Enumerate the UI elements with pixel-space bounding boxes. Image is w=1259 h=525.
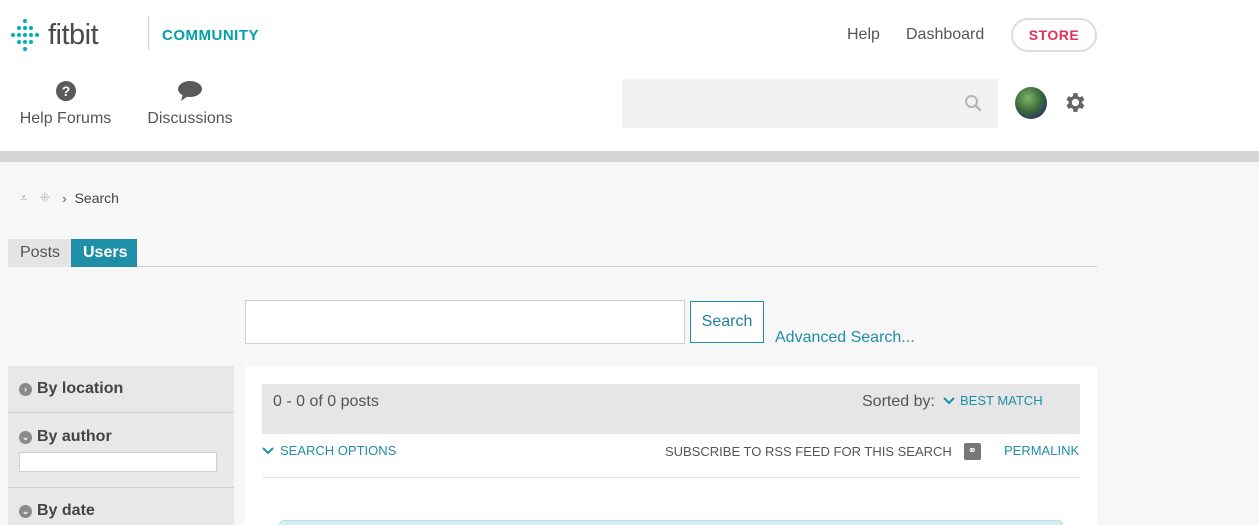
nav-help-forums[interactable]: ? Help Forums: [19, 80, 112, 128]
site-search-input[interactable]: [622, 79, 998, 128]
gear-icon[interactable]: [1062, 90, 1087, 120]
chevron-down-icon: ⌄: [19, 430, 32, 444]
nav-help-forums-label: Help Forums: [19, 110, 112, 127]
permalink-link[interactable]: PERMALINK: [1004, 443, 1079, 458]
results-count: 0 - 0 of 0 posts: [273, 393, 379, 410]
site-header: fitbit COMMUNITY Help Dashboard STORE ? …: [0, 0, 1259, 151]
chevron-down-icon: [943, 393, 955, 408]
chevron-right-icon: ›: [62, 190, 67, 206]
logo-divider: [148, 16, 149, 50]
search-button[interactable]: Search: [690, 301, 764, 343]
filter-date[interactable]: ⌄ By date: [8, 488, 234, 525]
results-divider: [262, 477, 1080, 478]
tab-posts[interactable]: Posts: [8, 239, 71, 267]
sort-dropdown[interactable]: BEST MATCH: [943, 393, 1043, 408]
no-results-notice: [279, 520, 1063, 525]
breadcrumb: ⩡ ⁜ › Search: [20, 190, 119, 206]
search-options-toggle[interactable]: SEARCH OPTIONS: [262, 443, 396, 458]
chevron-down-icon: ⌄: [19, 504, 32, 518]
dashboard-link[interactable]: Dashboard: [906, 26, 984, 44]
fitbit-logo[interactable]: fitbit: [8, 18, 99, 52]
search-query-input[interactable]: [245, 300, 685, 344]
home-dots-icon[interactable]: ⁜: [39, 190, 50, 206]
rss-feed-icon[interactable]: ⚭: [963, 443, 981, 460]
results-header: [262, 384, 1080, 434]
tab-users[interactable]: Users: [71, 239, 137, 267]
collapse-icon[interactable]: ⩡: [20, 190, 27, 206]
chevron-right-icon: ›: [19, 382, 32, 396]
breadcrumb-current: Search: [74, 190, 119, 206]
filter-author-label: By author: [37, 428, 112, 445]
store-button[interactable]: STORE: [1011, 18, 1097, 52]
filter-location-label: By location: [37, 380, 124, 397]
brand-name: fitbit: [48, 18, 99, 51]
filter-date-label: By date: [37, 502, 95, 519]
svg-text:?: ?: [61, 83, 70, 99]
fitbit-dots-icon: [8, 18, 42, 52]
advanced-search-link[interactable]: Advanced Search...: [775, 329, 915, 347]
speech-bubble-icon: [147, 80, 233, 102]
question-circle-icon: ?: [19, 80, 112, 102]
search-options-label: SEARCH OPTIONS: [280, 443, 397, 458]
search-icon[interactable]: [964, 94, 982, 117]
community-label[interactable]: COMMUNITY: [162, 27, 259, 44]
nav-discussions[interactable]: Discussions: [147, 80, 233, 128]
sort-value: BEST MATCH: [960, 393, 1043, 408]
filter-author[interactable]: ⌄ By author: [8, 413, 234, 488]
nav-discussions-label: Discussions: [147, 110, 233, 127]
search-tabs: Posts Users: [8, 239, 1097, 267]
header-divider: [0, 151, 1259, 162]
user-avatar[interactable]: [1015, 87, 1047, 119]
help-link[interactable]: Help: [847, 26, 880, 44]
sorted-by-label: Sorted by:: [862, 393, 935, 410]
chevron-down-icon: [262, 443, 274, 458]
author-field[interactable]: [19, 452, 217, 472]
filter-location[interactable]: › By location: [8, 366, 234, 413]
rss-label: SUBSCRIBE TO RSS FEED FOR THIS SEARCH: [665, 444, 952, 459]
rss-subscribe[interactable]: SUBSCRIBE TO RSS FEED FOR THIS SEARCH ⚭: [665, 443, 981, 460]
